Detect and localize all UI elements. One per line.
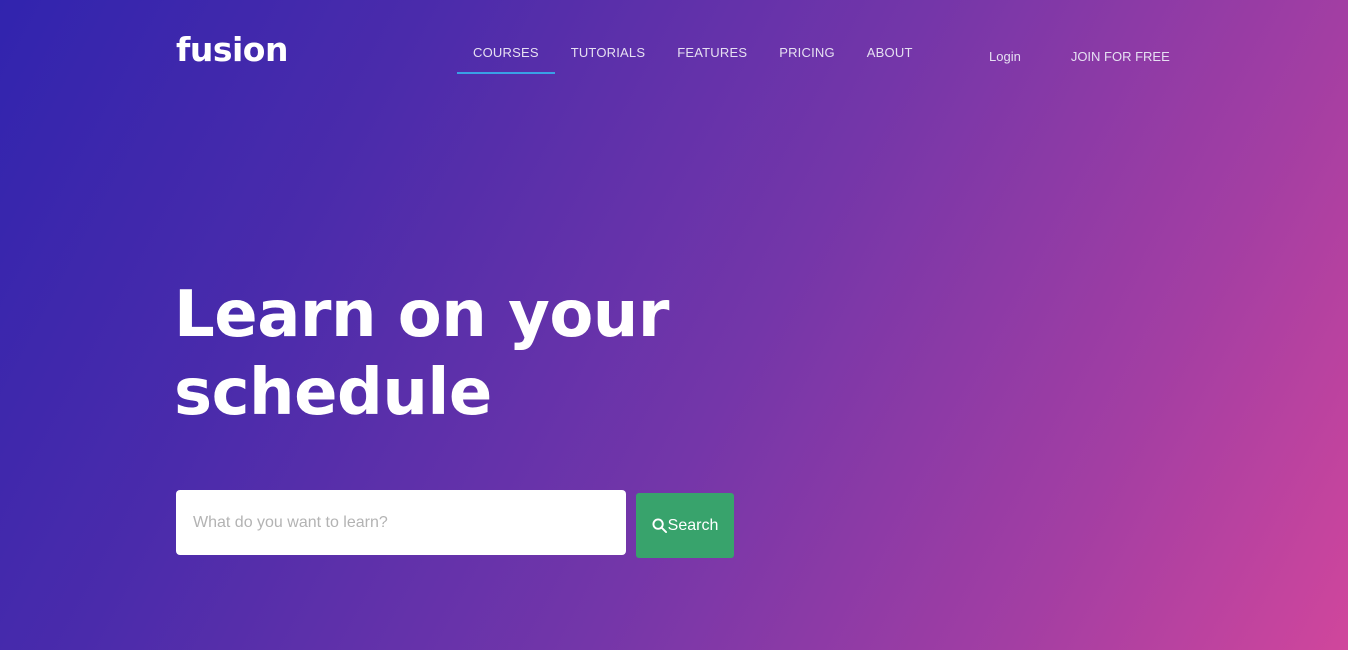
fusion-logo[interactable]: fusion [176,28,288,72]
landing-page: fusion COURSES TUTORIALS FEATURES PRICIN… [0,0,1348,650]
nav-item-tutorials[interactable]: TUTORIALS [555,38,662,74]
search-button[interactable]: Search [636,493,734,558]
hero-title-line-2: schedule [174,356,492,430]
nav-item-courses[interactable]: COURSES [457,38,555,74]
search-input[interactable] [176,490,626,555]
search-button-label: Search [667,516,719,534]
auth-links: Login JOIN FOR FREE [989,50,1170,64]
nav-item-features[interactable]: FEATURES [661,38,763,74]
search-icon [652,518,668,533]
nav-item-pricing[interactable]: PRICING [763,38,851,74]
hero-title: Learn on your schedule [174,276,694,432]
join-for-free-link[interactable]: JOIN FOR FREE [1071,50,1170,64]
login-link[interactable]: Login [989,50,1021,64]
nav-item-about[interactable]: ABOUT [851,38,929,74]
main-nav: COURSES TUTORIALS FEATURES PRICING ABOUT [457,38,929,74]
hero-title-line-1: Learn on your [174,278,669,352]
